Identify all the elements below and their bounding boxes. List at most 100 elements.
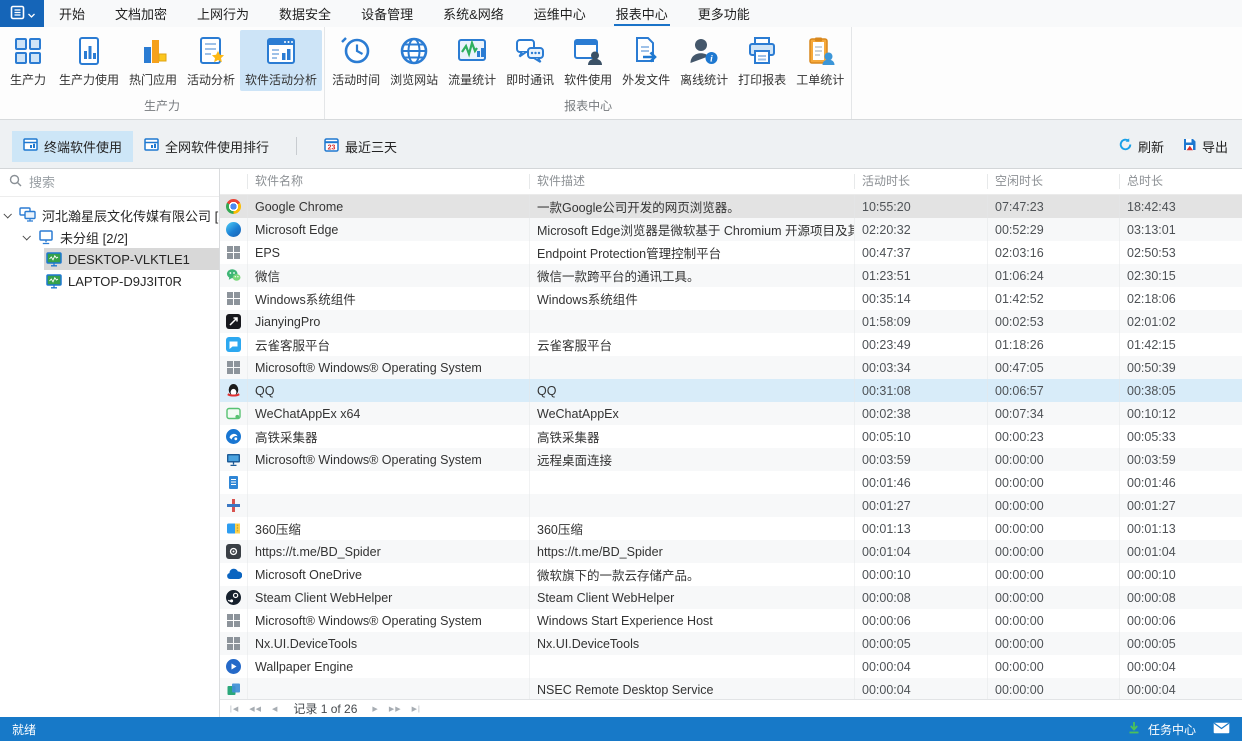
message-icon[interactable] <box>1213 722 1230 737</box>
content-area: 河北瀚星辰文化传媒有限公司 [2/2]未分组 [2/2] DESKTOP-VLKT… <box>0 168 1242 717</box>
ribbon-button-window-user[interactable]: 软件使用 <box>559 30 617 91</box>
ribbon-button-label: 打印报表 <box>738 71 786 88</box>
menu-item-7[interactable]: 运维中心 <box>519 0 601 27</box>
cell-idle-duration: 00:52:29 <box>988 218 1120 241</box>
menu-item-9[interactable]: 更多功能 <box>683 0 765 27</box>
cell-active-duration: 00:00:04 <box>855 678 988 699</box>
menu-item-4[interactable]: 数据安全 <box>264 0 346 27</box>
ribbon-button-window-chart[interactable]: 软件活动分析 <box>240 30 322 91</box>
table-row[interactable]: QQQQ00:31:0800:06:5700:38:05 <box>220 379 1242 402</box>
cell-software-desc: 一款Google公司开发的网页浏览器。 <box>530 195 855 218</box>
pager-next-button[interactable]: ▶ <box>369 705 381 713</box>
date-range-filter[interactable]: 23最近三天 <box>313 131 408 162</box>
table-row[interactable]: 00:01:4600:00:0000:01:46 <box>220 471 1242 494</box>
tree-node-2[interactable]: 未分组 [2/2] <box>0 226 219 248</box>
ribbon-button-flow[interactable]: 流量统计 <box>443 30 501 91</box>
table-row[interactable]: Microsoft EdgeMicrosoft Edge浏览器是微软基于 Chr… <box>220 218 1242 241</box>
column-header-2[interactable]: 软件描述 <box>530 174 855 189</box>
tab-label: 全网软件使用排行 <box>165 137 269 156</box>
expand-chevron-icon[interactable] <box>22 232 30 240</box>
ribbon-button-grid[interactable]: 生产力 <box>2 30 54 91</box>
expand-chevron-icon[interactable] <box>3 210 11 218</box>
table-row[interactable]: EPSEndpoint Protection管理控制平台00:47:3702:0… <box>220 241 1242 264</box>
column-header-3[interactable]: 活动时长 <box>855 174 988 189</box>
tab-2[interactable]: 全网软件使用排行 <box>133 131 280 162</box>
tab-1[interactable]: 终端软件使用 <box>12 131 133 162</box>
search-input[interactable] <box>29 175 210 190</box>
table-row[interactable]: Microsoft® Windows® Operating System00:0… <box>220 356 1242 379</box>
ribbon-button-label: 离线统计 <box>680 71 728 88</box>
column-header-5[interactable]: 总时长 <box>1120 174 1242 189</box>
cell-total-duration: 00:01:04 <box>1120 540 1242 563</box>
pager-first-button[interactable]: |◀ <box>227 705 242 713</box>
ribbon-group-2: 活动时间浏览网站流量统计即时通讯软件使用外发文件i离线统计打印报表工单统计报表中… <box>325 27 852 119</box>
menu-item-1[interactable]: 开始 <box>44 0 100 27</box>
table-row[interactable]: Microsoft® Windows® Operating System远程桌面… <box>220 448 1242 471</box>
download-icon[interactable] <box>1127 721 1141 738</box>
table-row[interactable]: Steam Client WebHelperSteam Client WebHe… <box>220 586 1242 609</box>
table-row[interactable]: Microsoft® Windows® Operating SystemWind… <box>220 609 1242 632</box>
table-row[interactable]: 云雀客服平台云雀客服平台00:23:4901:18:2601:42:15 <box>220 333 1242 356</box>
table-row[interactable]: JianyingPro01:58:0900:02:5302:01:02 <box>220 310 1242 333</box>
table-row[interactable]: Google Chrome一款Google公司开发的网页浏览器。10:55:20… <box>220 195 1242 218</box>
menu-item-3[interactable]: 上网行为 <box>182 0 264 27</box>
ribbon-button-globe[interactable]: 浏览网站 <box>385 30 443 91</box>
table-row[interactable]: https://t.me/BD_Spiderhttps://t.me/BD_Sp… <box>220 540 1242 563</box>
tree-node-label: DESKTOP-VLKTLE1 <box>68 252 190 267</box>
ribbon-button-bars[interactable]: 热门应用 <box>124 30 182 91</box>
cell-total-duration: 02:30:15 <box>1120 264 1242 287</box>
windows-icon <box>220 632 248 655</box>
ribbon-button-clipboard-user[interactable]: 工单统计 <box>791 30 849 91</box>
table-row[interactable]: 00:01:2700:00:0000:01:27 <box>220 494 1242 517</box>
tree-node-4[interactable]: LAPTOP-D9J3IT0R <box>0 270 219 292</box>
pager-last-button[interactable]: ▶| <box>409 705 424 713</box>
table-row[interactable]: WeChatAppEx x64WeChatAppEx00:02:3800:07:… <box>220 402 1242 425</box>
column-header-1[interactable]: 软件名称 <box>248 174 530 189</box>
table-row[interactable]: NSEC Remote Desktop Service00:00:0400:00… <box>220 678 1242 699</box>
tree-node-1[interactable]: 河北瀚星辰文化传媒有限公司 [2/2] <box>0 204 219 226</box>
tree-node-3[interactable]: DESKTOP-VLKTLE1 <box>0 248 219 270</box>
menu-item-5[interactable]: 设备管理 <box>346 0 428 27</box>
column-header-4[interactable]: 空闲时长 <box>988 174 1120 189</box>
cell-software-name: QQ <box>248 379 530 402</box>
table-row[interactable]: Microsoft OneDrive微软旗下的一款云存储产品。00:00:100… <box>220 563 1242 586</box>
ribbon-button-user-info[interactable]: i离线统计 <box>675 30 733 91</box>
refresh-button[interactable]: 刷新 <box>1118 137 1164 156</box>
pager-fast-next-button[interactable]: ▶▶ <box>386 705 405 713</box>
menu-item-6[interactable]: 系统&网络 <box>428 0 519 27</box>
pager-fast-prev-button[interactable]: ◀◀ <box>246 705 265 713</box>
app-menu-button[interactable] <box>0 0 44 27</box>
menu-item-8[interactable]: 报表中心 <box>601 0 683 27</box>
ribbon-button-doc-arrow[interactable]: 外发文件 <box>617 30 675 91</box>
view-tabs: 终端软件使用 全网软件使用排行 <box>12 131 280 162</box>
cell-software-name: https://t.me/BD_Spider <box>248 540 530 563</box>
table-row[interactable]: Windows系统组件Windows系统组件00:35:1401:42:5202… <box>220 287 1242 310</box>
cell-software-desc <box>530 494 855 517</box>
export-button[interactable]: 导出 <box>1182 137 1228 156</box>
cell-software-name: JianyingPro <box>248 310 530 333</box>
table-header: 软件名称软件描述活动时长空闲时长总时长 <box>220 169 1242 195</box>
software-usage-panel: 软件名称软件描述活动时长空闲时长总时长 Google Chrome一款Googl… <box>220 169 1242 717</box>
ribbon-button-doc-star[interactable]: 活动分析 <box>182 30 240 91</box>
cell-active-duration: 00:03:34 <box>855 356 988 379</box>
table-row[interactable]: 微信微信一款跨平台的通讯工具。01:23:5101:06:2402:30:15 <box>220 264 1242 287</box>
ribbon-button-doc-bar[interactable]: 生产力使用 <box>54 30 124 91</box>
table-row[interactable]: 高铁采集器高铁采集器00:05:1000:00:2300:05:33 <box>220 425 1242 448</box>
cell-software-name: 360压缩 <box>248 517 530 540</box>
ribbon-button-clock[interactable]: 活动时间 <box>327 30 385 91</box>
pager-prev-button[interactable]: ◀ <box>269 705 281 713</box>
cell-idle-duration: 00:00:00 <box>988 586 1120 609</box>
task-center-button[interactable]: 任务中心 <box>1148 721 1196 738</box>
table-row[interactable]: Wallpaper Engine00:00:0400:00:0000:00:04 <box>220 655 1242 678</box>
ribbon-button-printer[interactable]: 打印报表 <box>733 30 791 91</box>
menu-item-2[interactable]: 文档加密 <box>100 0 182 27</box>
jianying-icon <box>220 310 248 333</box>
cell-software-name: 云雀客服平台 <box>248 333 530 356</box>
table-row[interactable]: Nx.UI.DeviceToolsNx.UI.DeviceTools00:00:… <box>220 632 1242 655</box>
table-row[interactable]: 360压缩360压缩00:01:1300:00:0000:01:13 <box>220 517 1242 540</box>
search-box[interactable] <box>0 169 219 197</box>
ribbon-button-chat[interactable]: 即时通讯 <box>501 30 559 91</box>
doc-arrow-icon <box>629 34 663 68</box>
cell-software-name: Microsoft® Windows® Operating System <box>248 448 530 471</box>
cell-software-desc: 远程桌面连接 <box>530 448 855 471</box>
